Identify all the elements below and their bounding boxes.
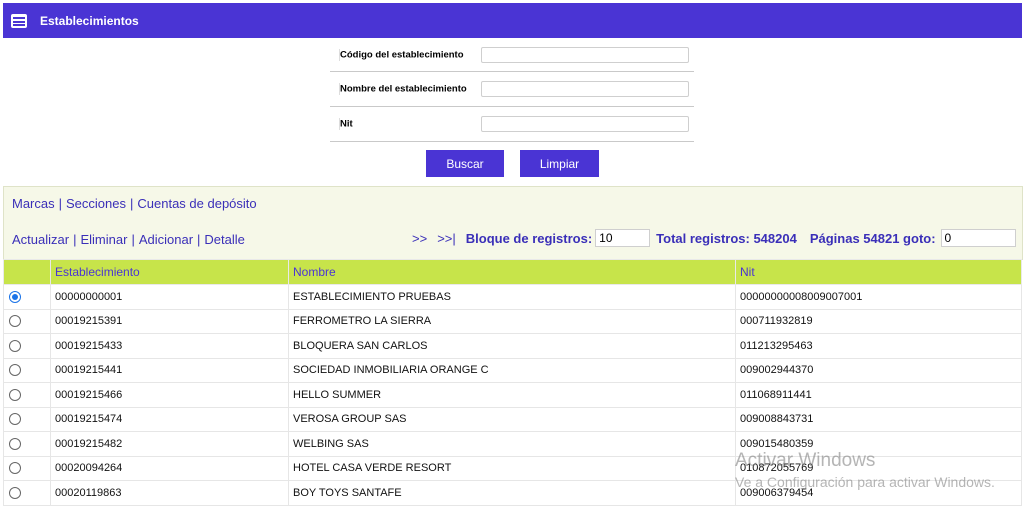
related-links: Marcas | Secciones | Cuentas de depósito xyxy=(12,196,257,211)
goto-input[interactable] xyxy=(940,229,1016,247)
marcas-link[interactable]: Marcas xyxy=(12,196,55,211)
nit-input[interactable] xyxy=(481,116,689,132)
secciones-link[interactable]: Secciones xyxy=(66,196,126,211)
bloque-label: Bloque de registros: xyxy=(465,230,593,246)
limpiar-button[interactable]: Limpiar xyxy=(520,150,599,177)
adicionar-link[interactable]: Adicionar xyxy=(139,232,193,247)
action-links: Actualizar | Eliminar | Adicionar | Detalle xyxy=(12,232,245,247)
cell-nombre: BOY TOYS SANTAFE xyxy=(288,480,736,506)
total-registros: Total registros: 548204 xyxy=(656,230,797,246)
table-row[interactable]: 00019215474 VEROSA GROUP SAS 009008843731 xyxy=(3,406,1022,432)
cell-nit: 010872055769 xyxy=(735,455,1022,481)
eliminar-link[interactable]: Eliminar xyxy=(80,232,127,247)
row-radio[interactable] xyxy=(9,462,21,475)
cell-nit: 009006379454 xyxy=(735,480,1022,506)
row-select-cell[interactable] xyxy=(3,308,51,334)
link-separator: | xyxy=(130,196,134,211)
nit-label: Nit xyxy=(339,118,353,130)
cell-establecimiento: 00020119863 xyxy=(50,480,289,506)
row-radio[interactable] xyxy=(9,339,21,352)
link-separator: | xyxy=(73,232,77,247)
detalle-link[interactable]: Detalle xyxy=(204,232,244,247)
search-form: Código del establecimiento Nombre del es… xyxy=(330,38,694,142)
cell-establecimiento: 00019215391 xyxy=(50,308,289,334)
last-page-link[interactable]: >>| xyxy=(437,231,456,246)
window-icon xyxy=(11,13,27,28)
actualizar-link[interactable]: Actualizar xyxy=(12,232,69,247)
row-select-cell[interactable] xyxy=(3,406,51,432)
codigo-row: Código del establecimiento xyxy=(330,38,694,72)
nit-row: Nit xyxy=(330,107,694,142)
cell-establecimiento: 00020094264 xyxy=(50,455,289,481)
cell-nombre: WELBING SAS xyxy=(288,431,736,457)
nombre-label: Nombre del establecimiento xyxy=(339,83,467,95)
column-header-nombre[interactable]: Nombre xyxy=(288,259,736,285)
nombre-row: Nombre del establecimiento xyxy=(330,72,694,107)
codigo-input[interactable] xyxy=(481,46,689,63)
cell-nit: 011213295463 xyxy=(735,333,1022,359)
row-select-cell[interactable] xyxy=(3,284,51,310)
row-select-cell[interactable] xyxy=(3,480,51,506)
establecimientos-table: Establecimiento Nombre Nit 00000000001 ES… xyxy=(3,259,1022,506)
paginas-label: Páginas 54821 goto: xyxy=(809,230,936,246)
cell-nombre: VEROSA GROUP SAS xyxy=(288,406,736,432)
row-radio[interactable] xyxy=(9,388,21,401)
codigo-label: Código del establecimiento xyxy=(339,49,464,60)
row-select-cell[interactable] xyxy=(3,333,51,359)
cell-nit: 009002944370 xyxy=(735,357,1022,383)
cell-nit: 009015480359 xyxy=(735,431,1022,457)
cell-establecimiento: 00019215466 xyxy=(50,382,289,408)
cell-nit: 009008843731 xyxy=(735,406,1022,432)
row-select-cell[interactable] xyxy=(3,455,51,481)
nombre-input[interactable] xyxy=(481,81,689,97)
actions-panel: Marcas | Secciones | Cuentas de depósito Act… xyxy=(3,186,1023,260)
column-header-establecimiento[interactable]: Establecimiento xyxy=(50,259,289,285)
next-page-link[interactable]: >> xyxy=(412,231,427,246)
table-row[interactable]: 00019215482 WELBING SAS 009015480359 xyxy=(3,431,1022,457)
table-header-row: Establecimiento Nombre Nit xyxy=(3,259,1022,285)
bloque-input[interactable] xyxy=(595,229,651,247)
cell-nit: 00000000008009007001 xyxy=(735,284,1022,310)
table-row[interactable]: 00019215433 BLOQUERA SAN CARLOS 0112132954… xyxy=(3,333,1022,359)
table-row[interactable]: 00020094264 HOTEL CASA VERDE RESORT 010872… xyxy=(3,455,1022,481)
cell-establecimiento: 00019215441 xyxy=(50,357,289,383)
row-radio[interactable] xyxy=(9,364,21,377)
table-row[interactable]: 00019215441 SOCIEDAD INMOBILIARIA ORANGE … xyxy=(3,357,1022,383)
link-separator: | xyxy=(131,232,135,247)
row-radio[interactable] xyxy=(9,413,21,426)
table-row[interactable]: 00019215391 FERROMETRO LA SIERRA 000711932… xyxy=(3,308,1022,334)
cell-nit: 000711932819 xyxy=(735,308,1022,334)
cell-establecimiento: 00019215482 xyxy=(50,431,289,457)
page-title: Establecimientos xyxy=(40,13,139,28)
table-row[interactable]: 00019215466 HELLO SUMMER 011068911441 xyxy=(3,382,1022,408)
cell-nombre: HOTEL CASA VERDE RESORT xyxy=(288,455,736,481)
table-row[interactable]: 00000000001 ESTABLECIMIENTO PRUEBAS 000000… xyxy=(3,284,1022,310)
cell-nombre: FERROMETRO LA SIERRA xyxy=(288,308,736,334)
row-select-cell[interactable] xyxy=(3,357,51,383)
cuentas-deposito-link[interactable]: Cuentas de depósito xyxy=(137,196,256,211)
row-radio[interactable] xyxy=(9,437,21,450)
row-radio[interactable] xyxy=(9,290,21,303)
cell-establecimiento: 00019215474 xyxy=(50,406,289,432)
cell-nombre: HELLO SUMMER xyxy=(288,382,736,408)
cell-nombre: BLOQUERA SAN CARLOS xyxy=(288,333,736,359)
table-row[interactable]: 00020119863 BOY TOYS SANTAFE 009006379454 xyxy=(3,480,1022,506)
title-bar: Establecimientos xyxy=(3,3,1022,38)
row-radio[interactable] xyxy=(9,486,21,499)
cell-nombre: ESTABLECIMIENTO PRUEBAS xyxy=(288,284,736,310)
cell-establecimiento: 00000000001 xyxy=(50,284,289,310)
cell-nit: 011068911441 xyxy=(735,382,1022,408)
row-select-cell[interactable] xyxy=(3,382,51,408)
row-radio[interactable] xyxy=(9,315,21,328)
row-select-cell[interactable] xyxy=(3,431,51,457)
cell-nombre: SOCIEDAD INMOBILIARIA ORANGE C xyxy=(288,357,736,383)
pager: >> >>| Bloque de registros: Total regist… xyxy=(412,229,1016,247)
link-separator: | xyxy=(197,232,201,247)
select-column-header xyxy=(3,259,51,285)
buscar-button[interactable]: Buscar xyxy=(426,150,504,177)
column-header-nit[interactable]: Nit xyxy=(735,259,1022,285)
link-separator: | xyxy=(58,196,63,211)
cell-establecimiento: 00019215433 xyxy=(50,333,289,359)
